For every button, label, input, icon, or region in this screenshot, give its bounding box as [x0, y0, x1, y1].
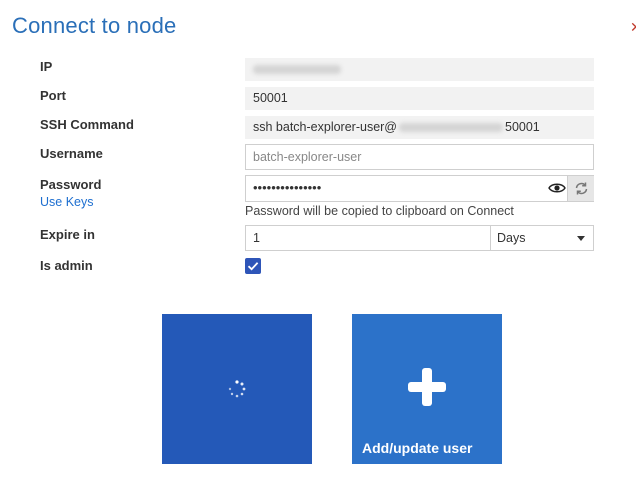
- port-field: 50001: [245, 87, 594, 110]
- eye-icon[interactable]: [548, 182, 566, 194]
- use-keys-link[interactable]: Use Keys: [40, 195, 94, 209]
- close-icon[interactable]: ✕: [630, 20, 636, 34]
- is-admin-checkbox[interactable]: [245, 258, 261, 274]
- username-placeholder: batch-explorer-user: [253, 150, 362, 164]
- expire-unit-value: Days: [497, 231, 526, 245]
- refresh-icon: [575, 182, 588, 195]
- ip-label: IP: [40, 59, 53, 74]
- expire-in-value: 1: [253, 231, 260, 245]
- connect-tile[interactable]: [162, 314, 312, 464]
- add-user-tile[interactable]: Add/update user: [352, 314, 502, 464]
- expire-in-label: Expire in: [40, 227, 95, 242]
- username-label: Username: [40, 146, 103, 161]
- ssh-command-label: SSH Command: [40, 117, 134, 132]
- expire-in-input[interactable]: 1: [245, 225, 491, 251]
- ip-field: [245, 58, 594, 81]
- add-user-label: Add/update user: [362, 440, 473, 456]
- redacted-host: [399, 123, 503, 133]
- chevron-down-icon: [577, 236, 585, 241]
- ssh-command-port: 50001: [505, 120, 540, 134]
- password-hint: Password will be copied to clipboard on …: [245, 204, 514, 218]
- dialog-title: Connect to node: [12, 13, 177, 38]
- ssh-command-prefix: ssh batch-explorer-user@: [253, 120, 397, 134]
- password-label: Password: [40, 177, 102, 192]
- spinner-icon: [228, 380, 246, 398]
- password-input[interactable]: •••••••••••••••: [245, 175, 594, 202]
- redacted-ip: [253, 65, 341, 75]
- plus-icon: [408, 368, 446, 406]
- check-icon: [247, 262, 259, 271]
- port-label: Port: [40, 88, 66, 103]
- expire-unit-select[interactable]: Days: [490, 225, 594, 251]
- password-value: •••••••••••••••: [253, 180, 322, 195]
- ssh-command-field: ssh batch-explorer-user@ 50001: [245, 116, 594, 139]
- is-admin-label: Is admin: [40, 258, 93, 273]
- regenerate-password-button[interactable]: [567, 176, 594, 201]
- username-input[interactable]: batch-explorer-user: [245, 144, 594, 170]
